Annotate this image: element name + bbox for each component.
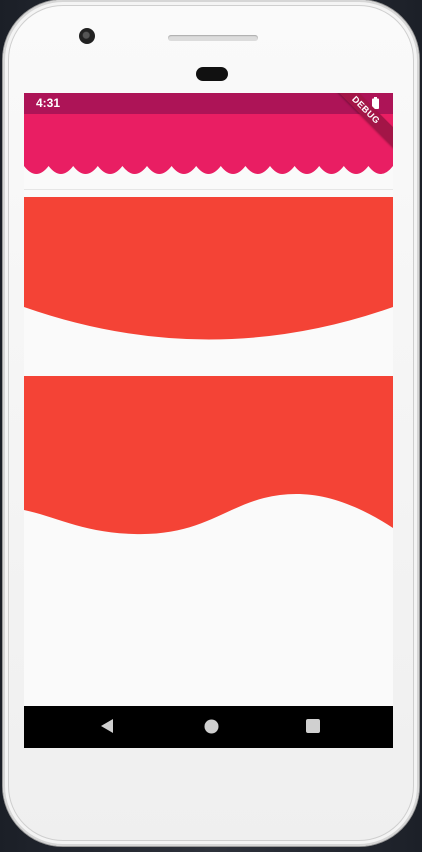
recents-icon[interactable] [306,719,320,733]
wave-clipped-shape [24,376,393,535]
app-bar-wave [24,114,393,174]
arc-clipped-shape [24,197,393,340]
back-icon[interactable] [100,718,114,734]
earpiece-speaker [168,35,258,41]
appbar-divider [24,189,393,190]
status-time: 4:31 [36,96,61,110]
device-screen: 4:31 DEBUG [24,93,393,748]
navigation-bar [24,706,393,748]
proximity-sensor [196,67,228,81]
front-camera [79,28,95,44]
status-bar: 4:31 [24,93,393,114]
home-icon[interactable] [204,719,219,734]
